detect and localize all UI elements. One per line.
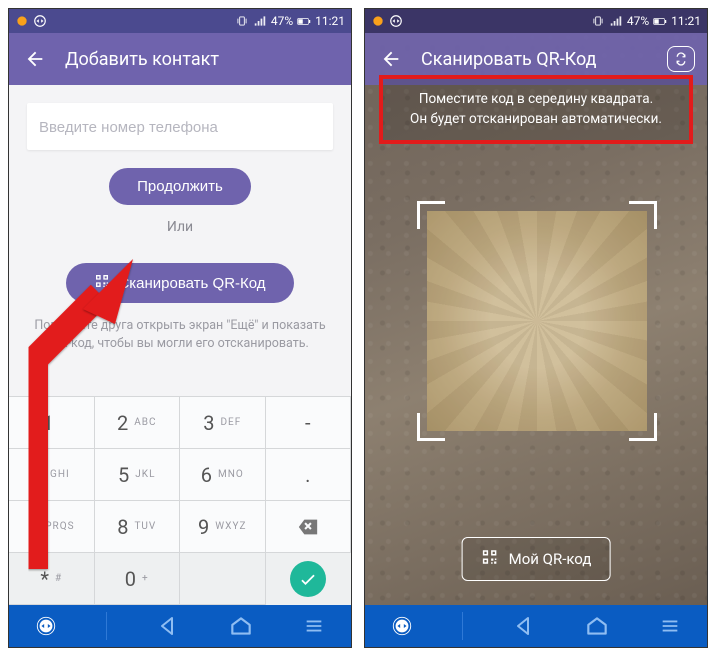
nav-recent-button[interactable] bbox=[657, 613, 683, 639]
app-bar: Добавить контакт bbox=[9, 33, 351, 85]
navigation-bar bbox=[365, 605, 707, 647]
frame-corner-icon bbox=[629, 413, 657, 441]
key-backspace[interactable] bbox=[266, 501, 352, 553]
appbar-title: Добавить контакт bbox=[65, 49, 339, 70]
helper-text: Попросите друга открыть экран "Ещё" и по… bbox=[27, 317, 333, 353]
nav-home-button[interactable] bbox=[228, 613, 254, 639]
key-3[interactable]: 3DEF bbox=[180, 397, 266, 449]
teamviewer-nav-icon[interactable] bbox=[389, 613, 415, 639]
switch-camera-button[interactable] bbox=[667, 45, 695, 73]
nav-home-button[interactable] bbox=[584, 613, 610, 639]
clock: 11:21 bbox=[671, 14, 701, 28]
status-bar: 47% 11:21 bbox=[365, 9, 707, 33]
app-indicator-icon bbox=[15, 14, 29, 28]
frame-corner-icon bbox=[629, 201, 657, 229]
continue-label: Продолжить bbox=[137, 178, 223, 195]
qr-icon bbox=[94, 273, 110, 293]
appbar-title: Сканировать QR-Код bbox=[421, 49, 651, 70]
battery-percent: 47% bbox=[627, 14, 649, 28]
key-0[interactable]: 0+ bbox=[95, 553, 181, 605]
phone-right: 47% 11:21 Мой QR-код Сканировать QR-Код bbox=[364, 8, 708, 648]
battery-icon bbox=[653, 14, 667, 28]
key-9[interactable]: 9WXYZ bbox=[180, 501, 266, 553]
key-1[interactable]: 1 bbox=[9, 397, 95, 449]
phone-input-card bbox=[27, 103, 333, 150]
vibrate-icon bbox=[235, 14, 249, 28]
add-contact-content: Продолжить Или Сканировать QR-Код Попрос… bbox=[9, 85, 351, 396]
status-bar: 47% 11:21 bbox=[9, 9, 351, 33]
key-2[interactable]: 2ABC bbox=[95, 397, 181, 449]
key-8[interactable]: 8TUV bbox=[95, 501, 181, 553]
signal-icon bbox=[253, 14, 267, 28]
nav-back-button[interactable] bbox=[510, 613, 536, 639]
my-qr-label: Мой QR-код bbox=[509, 550, 592, 568]
qr-icon bbox=[481, 548, 499, 570]
key-done[interactable] bbox=[266, 553, 352, 605]
teamviewer-nav-icon[interactable] bbox=[33, 613, 59, 639]
nav-recent-button[interactable] bbox=[301, 613, 327, 639]
navigation-bar bbox=[9, 605, 351, 647]
key-star[interactable]: *# bbox=[9, 553, 95, 605]
frame-corner-icon bbox=[417, 413, 445, 441]
key-6[interactable]: 6MNO bbox=[180, 449, 266, 501]
key-7[interactable]: 7PRQS bbox=[9, 501, 95, 553]
nav-divider bbox=[462, 612, 463, 640]
clock: 11:21 bbox=[315, 14, 345, 28]
signal-icon bbox=[609, 14, 623, 28]
nav-divider bbox=[106, 612, 107, 640]
teamviewer-status-icon bbox=[389, 14, 403, 28]
camera-target-surface bbox=[427, 211, 647, 431]
key-dot[interactable]: . bbox=[266, 449, 352, 501]
key-spacer bbox=[180, 553, 266, 605]
continue-button[interactable]: Продолжить bbox=[109, 168, 251, 205]
frame-corner-icon bbox=[417, 201, 445, 229]
key-4[interactable]: 4GHI bbox=[9, 449, 95, 501]
key-5[interactable]: 5JKL bbox=[95, 449, 181, 501]
or-divider: Или bbox=[167, 219, 193, 235]
battery-percent: 47% bbox=[271, 14, 293, 28]
hint-line-2: Он будет отсканирован автоматически. bbox=[391, 109, 681, 129]
teamviewer-status-icon bbox=[33, 14, 47, 28]
back-button[interactable] bbox=[377, 45, 405, 73]
scan-qr-label: Сканировать QR-Код bbox=[118, 275, 265, 292]
app-indicator-icon bbox=[371, 14, 385, 28]
back-button[interactable] bbox=[21, 45, 49, 73]
hint-line-1: Поместите код в середину квадрата. bbox=[391, 89, 681, 109]
scan-hint-box: Поместите код в середину квадрата. Он бу… bbox=[379, 75, 693, 144]
scan-qr-button[interactable]: Сканировать QR-Код bbox=[66, 263, 293, 303]
vibrate-icon bbox=[591, 14, 605, 28]
key-minus[interactable]: - bbox=[266, 397, 352, 449]
scan-frame bbox=[417, 201, 657, 441]
battery-icon bbox=[297, 14, 311, 28]
nav-back-button[interactable] bbox=[154, 613, 180, 639]
numeric-keypad: 1 2ABC 3DEF - 4GHI 5JKL 6MNO . 7PRQS 8TU… bbox=[9, 396, 351, 605]
my-qr-button[interactable]: Мой QR-код bbox=[462, 537, 611, 581]
phone-input[interactable] bbox=[39, 119, 321, 136]
phone-left: 47% 11:21 Добавить контакт Продолжить Ил… bbox=[8, 8, 352, 648]
